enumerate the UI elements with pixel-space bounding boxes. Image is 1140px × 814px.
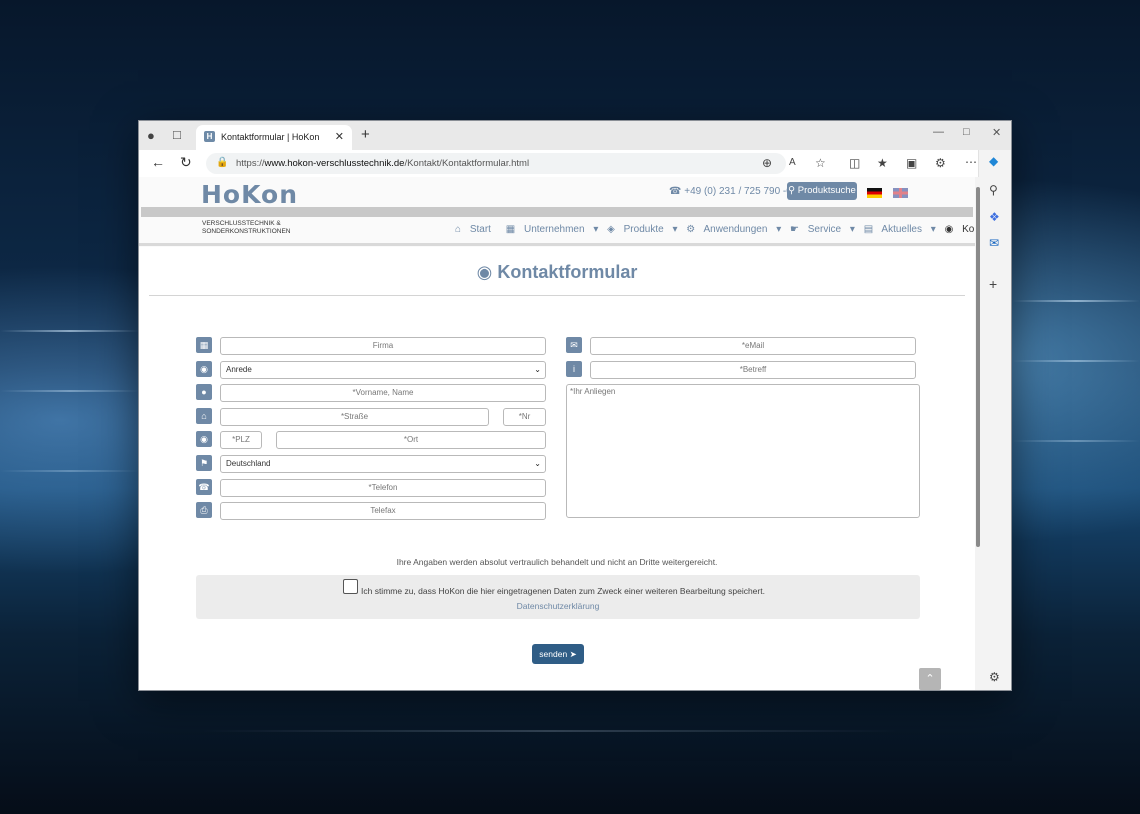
tab-bar: ● □ H Kontaktformular | HoKon ✕ + — □ ✕ [139,121,1011,150]
apps-icon[interactable]: ❖ [989,210,1000,224]
lock-icon[interactable]: 🔒 [216,157,228,168]
favorites-icon[interactable]: ★ [877,156,888,170]
tab-kontaktformular[interactable]: H Kontaktformular | HoKon ✕ [196,125,352,150]
city-input[interactable]: *Ort [276,431,546,449]
phone-number[interactable]: ☎ +49 (0) 231 / 725 790 -0 [669,186,792,197]
fax-icon: ⎙ [196,502,212,518]
refresh-icon[interactable]: ↻ [180,154,192,171]
more-menu-icon[interactable]: ⋯ [965,155,977,169]
scrollbar-thumb[interactable] [976,187,980,547]
phone-input[interactable]: *Telefon [220,479,546,497]
subject-input[interactable]: *Betreff [590,361,916,379]
home-icon: ⌂ [455,224,462,235]
page-title: ◉ Kontaktformular [476,262,638,282]
site-header: HoKon VERSCHLUSSTECHNIK & SONDERKONSTRUK… [139,177,975,247]
browser-sidebar: ◆ ⚲ ❖ ✉ + ⚙ [978,150,1011,690]
title-divider [149,295,965,296]
fax-input[interactable]: Telefax [220,502,546,520]
flag-icon: ⚑ [196,455,212,471]
comments-icon: ◉ [944,224,954,235]
read-aloud-icon[interactable]: A [789,157,796,168]
chevron-down-icon: ⌄ [534,365,541,374]
maximize-icon[interactable]: □ [963,126,970,138]
close-window-icon[interactable]: ✕ [992,126,1001,139]
cube-icon: ◈ [607,224,615,235]
web-page: HoKon VERSCHLUSSTECHNIK & SONDERKONSTRUK… [139,177,975,690]
header-band [141,207,973,217]
industry-icon: ▦ [196,337,212,353]
chevron-up-icon: ⌃ [925,673,935,685]
hokon-logo[interactable]: HoKon [201,180,298,209]
document-icon: ▤ [863,224,874,235]
minimize-icon[interactable]: — [933,126,944,138]
phone-icon: ☎ [196,479,212,495]
tab-title: Kontaktformular | HoKon [221,132,320,142]
menu-item-applications[interactable]: ⚙ Anwendungen ▾ [686,224,781,235]
privacy-policy-link[interactable]: Datenschutzerklärung [196,601,920,611]
profile-icon[interactable]: ● [147,128,155,143]
consent-checkbox[interactable] [343,579,358,594]
search-icon: ⚲ [788,185,796,196]
address-bar[interactable]: 🔒 https://www.hokon-verschlusstechnik.de… [206,153,786,174]
tab-actions-icon[interactable]: □ [173,127,181,142]
new-tab-icon[interactable]: + [361,126,370,143]
zoom-icon[interactable]: ⊕ [762,156,772,170]
menu-item-news[interactable]: ▤ Aktuelles ▾ [864,224,936,235]
salutation-select[interactable]: Anrede ⌄ [220,361,546,379]
house-number-input[interactable]: *Nr [503,408,546,426]
product-search-button[interactable]: ⚲ Produktsuche [787,182,857,200]
home-icon: ⌂ [196,408,212,424]
comments-icon: ◉ [476,262,493,282]
uk-flag-icon[interactable] [893,188,908,198]
browser-window: ● □ H Kontaktformular | HoKon ✕ + — □ ✕ … [138,120,1012,691]
extensions-icon[interactable]: ⚙ [935,156,946,170]
german-flag-icon[interactable] [867,188,882,198]
search-icon[interactable]: ⚲ [989,183,998,197]
copilot-icon[interactable]: ◆ [989,154,998,168]
envelope-icon: ✉ [566,337,582,353]
email-input[interactable]: *eMail [590,337,916,355]
page-scrollbar[interactable] [975,177,980,690]
main-menu: ⌂ Start ▦ Unternehmen ▾ ◈ Produkte ▾ ⚙ A… [455,224,975,235]
menu-item-service[interactable]: ☛ Service ▾ [790,224,855,235]
scroll-to-top-button[interactable]: ⌃ [919,668,941,690]
zip-input[interactable]: *PLZ [220,431,262,449]
speech-bubble-icon: ◉ [196,361,212,377]
building-icon: ▦ [505,224,516,235]
message-textarea[interactable]: *Ihr Anliegen [566,384,920,518]
chevron-down-icon: ⌄ [534,459,541,468]
header-divider [139,243,975,246]
menu-item-products[interactable]: ◈ Produkte ▾ [607,224,677,235]
collections-icon[interactable]: ▣ [906,156,917,170]
company-input[interactable]: Firma [220,337,546,355]
add-icon[interactable]: + [989,276,997,292]
menu-item-start[interactable]: ⌂ Start [455,224,497,235]
hokon-favicon-icon: H [204,131,215,142]
menu-item-company[interactable]: ▦ Unternehmen ▾ [506,224,599,235]
gears-icon: ⚙ [686,224,696,235]
address-row: ← ↻ 🔒 https://www.hokon-verschlusstechni… [139,150,1011,177]
favorite-star-icon[interactable]: ☆ [815,156,826,170]
thumbs-up-icon: ☛ [790,224,799,235]
map-marker-icon: ◉ [196,431,212,447]
country-select[interactable]: Deutschland ⌄ [220,455,546,473]
close-tab-icon[interactable]: ✕ [335,130,344,143]
logo-subtitle: VERSCHLUSSTECHNIK & SONDERKONSTRUKTIONEN [202,220,291,235]
consent-box: Ich stimme zu, dass HoKon die hier einge… [196,575,920,619]
user-icon: ● [196,384,212,400]
name-input[interactable]: *Vorname, Name [220,384,546,402]
url-text: https://www.hokon-verschlusstechnik.de/K… [236,158,530,169]
split-screen-icon[interactable]: ◫ [849,156,860,170]
back-icon[interactable]: ← [151,154,165,170]
menu-item-contact[interactable]: ◉ Kontakt ▾ [945,224,975,235]
settings-gear-icon[interactable]: ⚙ [989,670,1000,684]
outlook-icon[interactable]: ✉ [989,236,999,250]
consent-label: Ich stimme zu, dass HoKon die hier einge… [361,586,765,596]
arrow-right-circle-icon: ➤ [569,649,577,659]
info-icon: i [566,361,582,377]
privacy-notice: Ihre Angaben werden absolut vertraulich … [396,557,718,567]
send-button[interactable]: senden ➤ [532,644,584,664]
street-input[interactable]: *Straße [220,408,489,426]
